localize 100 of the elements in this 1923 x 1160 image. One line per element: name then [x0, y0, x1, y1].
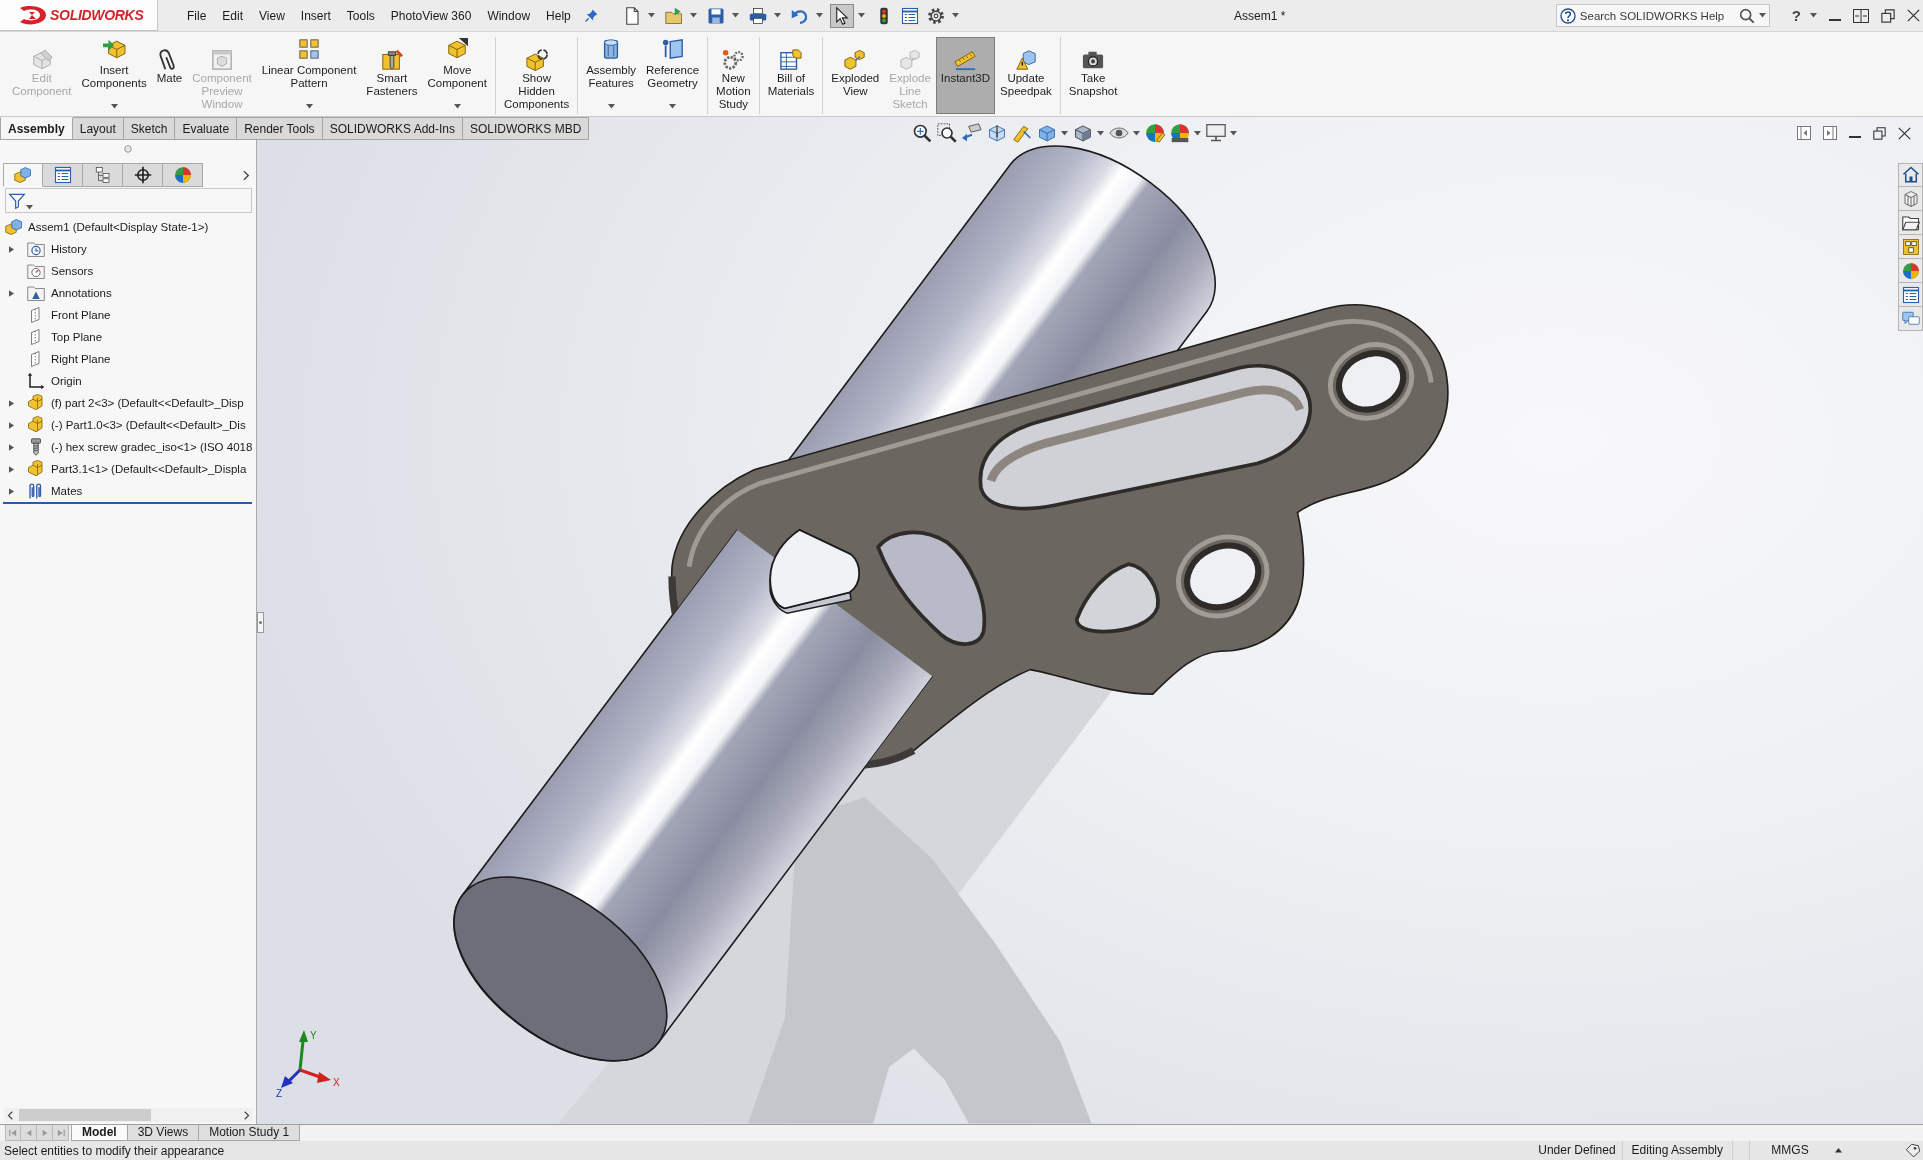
caret-up-icon[interactable]: [1835, 1148, 1842, 1153]
ribbon-tab[interactable]: Layout: [72, 117, 124, 140]
pin-icon[interactable]: [584, 9, 598, 22]
tree-item[interactable]: Sensors: [51, 265, 94, 277]
restore-icon[interactable]: [1873, 126, 1886, 140]
menu-item[interactable]: PhotoView 360: [382, 5, 480, 26]
ribbon-tab[interactable]: Render Tools: [237, 117, 323, 140]
menu-item[interactable]: Tools: [338, 5, 383, 26]
tree-item[interactable]: Mates: [51, 485, 83, 497]
chevron-left-icon[interactable]: [7, 1110, 13, 1120]
pattern-button[interactable]: Linear Component Pattern: [256, 37, 362, 114]
help-button[interactable]: ?: [1791, 7, 1817, 24]
panel-right-icon[interactable]: [1823, 126, 1837, 140]
tree-item[interactable]: Origin: [51, 375, 82, 387]
task-pane-tab[interactable]: [1898, 259, 1923, 283]
caret-icon[interactable]: [305, 103, 313, 108]
magnifier-box-icon[interactable]: [937, 123, 957, 143]
color-ball-pencil-icon[interactable]: [1145, 123, 1165, 143]
scrollbar-thumb[interactable]: [19, 1109, 151, 1121]
tree-item[interactable]: Top Plane: [51, 331, 103, 343]
close-icon[interactable]: [1898, 126, 1911, 140]
caret-icon[interactable]: [951, 13, 959, 18]
tree-item[interactable]: Right Plane: [51, 353, 111, 365]
view-tab[interactable]: Motion Study 1: [199, 1125, 301, 1141]
ribbon-tab[interactable]: SOLIDWORKS MBD: [463, 117, 590, 140]
mate-button[interactable]: Mate: [151, 37, 188, 114]
menu-item[interactable]: Help: [538, 5, 579, 26]
bracket-drawing[interactable]: [668, 304, 1449, 770]
show-hidden-button[interactable]: Show Hidden Components: [498, 37, 575, 114]
caret-icon[interactable]: [731, 13, 739, 18]
tag-icon[interactable]: [1905, 1142, 1921, 1159]
instant3d-button[interactable]: Instant3D: [935, 37, 996, 114]
caret-icon[interactable]: [815, 13, 823, 18]
caret-icon[interactable]: [453, 103, 461, 108]
caret-icon[interactable]: [1758, 13, 1766, 18]
menu-item[interactable]: Edit: [214, 5, 252, 26]
menu-item[interactable]: View: [251, 5, 293, 26]
select-button[interactable]: [829, 3, 854, 28]
shaded-cube-icon[interactable]: [1073, 123, 1093, 143]
magnifier-icon[interactable]: [912, 123, 932, 143]
caret-icon[interactable]: [689, 13, 697, 18]
tree-item[interactable]: (-) Part1.0<3> (Default<<Default>_Dis: [51, 419, 246, 431]
tree-item[interactable]: Front Plane: [51, 309, 111, 321]
view-arrow-icon[interactable]: [962, 123, 982, 143]
panel-tab[interactable]: [83, 163, 123, 187]
task-pane-tab[interactable]: [1898, 235, 1923, 259]
tile-windows-icon[interactable]: [1853, 8, 1869, 23]
chevron-right-icon[interactable]: [244, 1110, 250, 1120]
search-icon[interactable]: [1738, 7, 1755, 24]
splitter-handle-icon[interactable]: [257, 612, 264, 633]
view-tab[interactable]: Model: [71, 1125, 128, 1141]
menu-item[interactable]: Insert: [292, 5, 339, 26]
caret-icon[interactable]: [1194, 130, 1201, 136]
task-pane-tab[interactable]: [1898, 211, 1923, 235]
tree-item[interactable]: Assem1 (Default<Display State-1>): [28, 221, 209, 233]
key-drawing[interactable]: [769, 528, 861, 614]
reference-geometry-button[interactable]: Reference Geometry: [641, 37, 705, 114]
tree-item[interactable]: Annotations: [51, 287, 112, 299]
close-icon[interactable]: [1907, 9, 1920, 22]
exploded-view-button[interactable]: Exploded View: [826, 37, 885, 114]
caret-icon[interactable]: [647, 13, 655, 18]
pencil-icon[interactable]: [1012, 123, 1032, 143]
cube-section-icon[interactable]: [987, 123, 1007, 143]
chevron-right-icon[interactable]: [243, 169, 250, 181]
motion-study-button[interactable]: New Motion Study: [711, 37, 756, 114]
expand-arrow-icon[interactable]: [9, 399, 14, 407]
tree-item[interactable]: History: [51, 243, 87, 255]
ribbon-tab[interactable]: Sketch: [123, 117, 176, 140]
expand-arrow-icon[interactable]: [9, 487, 14, 495]
caret-icon[interactable]: [1230, 130, 1237, 136]
panel-tab[interactable]: [123, 163, 163, 187]
menu-item[interactable]: Window: [479, 5, 539, 26]
expand-arrow-icon[interactable]: [9, 443, 14, 451]
caret-icon[interactable]: [110, 103, 118, 108]
ribbon-tab[interactable]: Assembly: [0, 117, 73, 140]
task-pane-tab[interactable]: [1898, 163, 1923, 187]
caret-icon[interactable]: [669, 103, 677, 108]
filter-field[interactable]: [5, 188, 252, 213]
cube-icon[interactable]: [1037, 123, 1057, 143]
color-ball-floor-icon[interactable]: [1170, 123, 1190, 143]
horizontal-scrollbar[interactable]: [4, 1108, 253, 1122]
search-field[interactable]: Search SOLIDWORKS Help: [1579, 9, 1735, 22]
panel-tab[interactable]: [43, 163, 83, 187]
expand-arrow-icon[interactable]: [9, 289, 14, 297]
insert-components-button[interactable]: Insert Components: [76, 37, 152, 114]
ribbon-tab[interactable]: SOLIDWORKS Add-Ins: [322, 117, 463, 140]
smart-fasteners-button[interactable]: Smart Fasteners: [361, 37, 423, 114]
caret-icon[interactable]: [773, 13, 781, 18]
tree-item[interactable]: (-) hex screw gradec_iso<1> (ISO 4018: [51, 441, 253, 453]
tree-item[interactable]: (f) part 2<3> (Default<<Default>_Disp: [51, 397, 244, 409]
caret-icon[interactable]: [857, 13, 865, 18]
minimize-icon[interactable]: [1829, 18, 1841, 21]
tree-item[interactable]: Part3.1<1> (Default<<Default>_Displa: [51, 463, 247, 475]
expand-arrow-icon[interactable]: [9, 245, 14, 253]
caret-icon[interactable]: [1133, 130, 1140, 136]
task-pane-tab[interactable]: [1898, 283, 1923, 307]
monitor-icon[interactable]: [1206, 123, 1226, 143]
move-component-button[interactable]: Move Component: [422, 37, 492, 114]
caret-icon[interactable]: [607, 103, 615, 108]
menu-item[interactable]: File: [179, 5, 215, 26]
